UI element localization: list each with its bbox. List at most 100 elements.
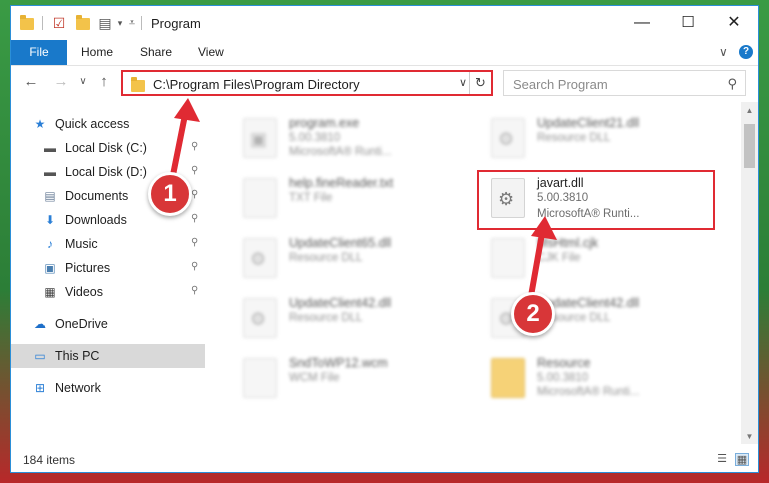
recent-locations-button[interactable]: ∨ xyxy=(73,76,93,87)
step-badge-1: 1 xyxy=(148,172,192,216)
file-detail: MicrosoftA® Runti... xyxy=(289,146,392,158)
sidebar-item-label: Local Disk (D:) xyxy=(65,165,147,179)
search-input[interactable]: Search Program ⚲ xyxy=(503,70,746,96)
computer-icon: ▭ xyxy=(34,349,46,363)
list-item[interactable]: ⚙ UpdateClient21.dll Resource DLL xyxy=(471,110,701,166)
pin-icon[interactable]: ⚲ xyxy=(191,261,198,272)
maximize-button[interactable]: ☐ xyxy=(665,6,711,40)
list-item[interactable]: ▣ program.exe 5.00.3810 MicrosoftA® Runt… xyxy=(223,110,453,166)
exe-icon: ▣ xyxy=(243,118,277,158)
list-item[interactable]: SndToWP12.wcm WCM File xyxy=(223,350,453,406)
chevron-down-icon[interactable]: ∨ xyxy=(459,76,467,89)
folder-icon xyxy=(491,358,525,398)
list-item[interactable]: Resource 5.00.3810 MicrosoftA® Runti... xyxy=(471,350,701,406)
file-name: javart.dll xyxy=(537,176,584,190)
sidebar-item-label: Local Disk (C:) xyxy=(65,141,147,155)
properties-icon[interactable]: ☑ xyxy=(51,15,67,31)
drive-icon: ▬ xyxy=(44,165,56,179)
tab-share[interactable]: Share xyxy=(140,40,172,65)
new-folder-icon[interactable] xyxy=(75,15,91,31)
sidebar-item-label: Downloads xyxy=(65,213,127,227)
pictures-icon: ▣ xyxy=(44,261,56,275)
sidebar-item-pictures[interactable]: ▣ Pictures ⚲ xyxy=(11,256,205,280)
file-explorer-window: ☑ ▤ ▾ ⩡ Program — ☐ ✕ File Home Share Vi… xyxy=(10,5,759,473)
separator xyxy=(141,16,142,30)
dll-icon: ⚙ xyxy=(243,238,277,278)
dll-icon: ⚙ xyxy=(491,178,525,218)
vertical-scrollbar[interactable]: ▲ ▼ xyxy=(741,102,758,444)
tab-home[interactable]: Home xyxy=(81,40,113,65)
sidebar-item-music[interactable]: ♪ Music ⚲ xyxy=(11,232,205,256)
sidebar-item-label: Documents xyxy=(65,189,129,203)
file-name: UpdateClient42.dll xyxy=(289,296,392,310)
sidebar-item-videos[interactable]: ▦ Videos ⚲ xyxy=(11,280,205,304)
pin-icon[interactable]: ⚲ xyxy=(191,237,198,248)
quick-access-toolbar-icon[interactable]: ⩡ xyxy=(124,15,140,31)
sidebar-item-network[interactable]: ⊞ Network xyxy=(11,376,205,400)
details-view-icon[interactable]: ☰ xyxy=(715,453,729,466)
file-name: UpdateClient65.dll xyxy=(289,236,392,250)
file-name: program.exe xyxy=(289,116,360,130)
address-bar[interactable]: C:\Program Files\Program Directory ∨ ↻ xyxy=(121,70,493,96)
sidebar-item-label: Videos xyxy=(65,285,103,299)
file-detail: MicrosoftA® Runti... xyxy=(537,386,640,398)
sidebar-item-label: Pictures xyxy=(65,261,111,275)
sidebar-item-label: Music xyxy=(65,237,98,251)
file-icon xyxy=(243,358,277,398)
file-name: UpdateClient21.dll xyxy=(537,116,640,130)
file-detail: Resource DLL xyxy=(289,312,363,324)
cloud-icon: ☁ xyxy=(34,317,46,331)
file-detail: 5.00.3810 xyxy=(537,372,589,384)
title-bar: ☑ ▤ ▾ ⩡ Program — ☐ ✕ xyxy=(11,6,758,40)
expand-ribbon-icon[interactable]: ∨ xyxy=(719,40,728,65)
folder-icon xyxy=(19,15,35,31)
file-detail: Resource DLL xyxy=(289,252,363,264)
pin-icon[interactable]: ⚲ xyxy=(191,213,198,224)
status-bar: 184 items ☰ ▦ xyxy=(11,447,758,472)
txt-icon xyxy=(243,178,277,218)
close-button[interactable]: ✕ xyxy=(711,6,757,40)
dll-icon: ⚙ xyxy=(491,118,525,158)
window-title: Program xyxy=(151,16,201,31)
search-placeholder: Search Program xyxy=(513,77,608,92)
ribbon: File Home Share View ∨ ? xyxy=(11,40,758,66)
sidebar-item-label: This PC xyxy=(55,349,100,363)
file-detail: TXT File xyxy=(289,192,333,204)
large-icons-view-icon[interactable]: ▦ xyxy=(735,453,749,466)
network-icon: ⊞ xyxy=(34,381,46,395)
sidebar-item-label: Network xyxy=(55,381,101,395)
drive-icon: ▬ xyxy=(44,141,56,155)
file-name: help.fineReader.txt xyxy=(289,176,394,190)
tab-view[interactable]: View xyxy=(198,40,224,65)
minimize-button[interactable]: — xyxy=(619,6,665,40)
forward-button[interactable]: → xyxy=(51,73,71,90)
sidebar-item-onedrive[interactable]: ☁ OneDrive xyxy=(11,312,205,336)
list-item[interactable]: ⚙ UpdateClient42.dll Resource DLL xyxy=(223,290,453,346)
download-icon: ⬇ xyxy=(44,213,56,227)
video-icon: ▦ xyxy=(44,285,56,299)
refresh-button[interactable]: ↻ xyxy=(469,72,491,94)
list-item[interactable]: ⚙ UpdateClient65.dll Resource DLL xyxy=(223,230,453,286)
file-detail: 5.00.3810 xyxy=(289,132,341,144)
sidebar-item-this-pc[interactable]: ▭ This PC xyxy=(11,344,205,368)
sidebar-item-label: Quick access xyxy=(55,117,130,131)
up-button[interactable]: ↑ xyxy=(94,73,114,90)
tab-file[interactable]: File xyxy=(11,40,67,65)
scroll-up-icon[interactable]: ▲ xyxy=(741,104,758,118)
back-button[interactable]: ← xyxy=(21,73,41,90)
help-icon[interactable]: ? xyxy=(739,45,753,59)
customize-icon[interactable]: ▤ xyxy=(97,15,113,31)
file-detail: WCM File xyxy=(289,372,340,384)
pin-icon[interactable]: ⚲ xyxy=(191,285,198,296)
address-row: ← → ∨ ↑ C:\Program Files\Program Directo… xyxy=(11,66,758,100)
scrollbar-thumb[interactable] xyxy=(744,124,755,168)
search-icon[interactable]: ⚲ xyxy=(727,76,737,92)
file-detail: 5.00.3810 xyxy=(537,192,589,204)
documents-icon: ▤ xyxy=(44,189,56,203)
list-item[interactable]: help.fineReader.txt TXT File xyxy=(223,170,453,226)
address-path[interactable]: C:\Program Files\Program Directory xyxy=(153,77,360,92)
file-name: Resource xyxy=(537,356,591,370)
scroll-down-icon[interactable]: ▼ xyxy=(741,430,758,444)
item-count: 184 items xyxy=(23,453,76,467)
sidebar-item-label: OneDrive xyxy=(55,317,108,331)
